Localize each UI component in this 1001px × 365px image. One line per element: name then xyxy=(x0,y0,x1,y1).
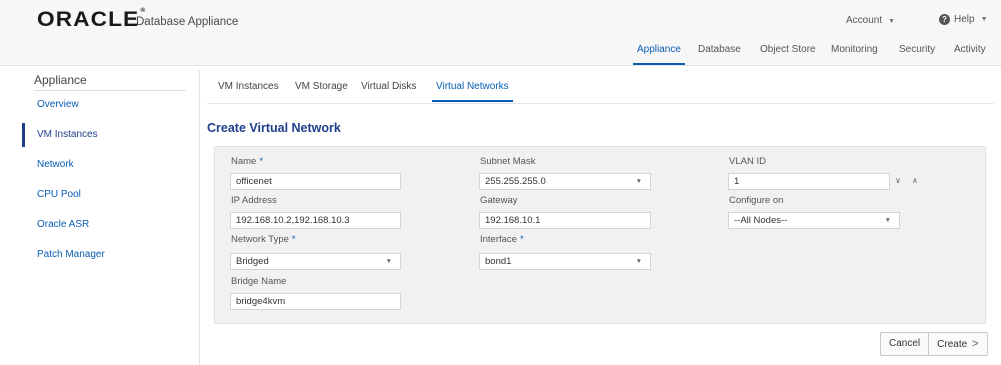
account-label: Account xyxy=(846,15,883,26)
caret-down-icon: ▼ xyxy=(385,258,392,265)
nav-tab-monitoring[interactable]: Monitoring xyxy=(827,43,882,65)
help-menu[interactable]: ? Help ▼ xyxy=(939,14,988,25)
subnet-mask-value: 255.255.255.0 xyxy=(485,176,546,187)
chevron-right-icon: > xyxy=(972,338,979,350)
caret-down-icon: ▼ xyxy=(635,178,642,185)
caret-down-icon: ▼ xyxy=(980,16,988,23)
help-icon: ? xyxy=(939,14,950,25)
vlan-id-input[interactable]: 1 xyxy=(728,173,890,190)
bridge-name-label: Bridge Name xyxy=(231,276,287,287)
oracle-logo[interactable]: ORACLE® xyxy=(37,8,146,32)
name-label: Name * xyxy=(231,156,264,167)
name-input[interactable]: officenet xyxy=(230,173,401,190)
sidebar-item-vm-instances[interactable]: VM Instances xyxy=(22,123,188,147)
interface-select[interactable]: bond1 ▼ xyxy=(479,253,651,270)
bridge-name-input[interactable]: bridge4kvm xyxy=(230,293,401,310)
caret-down-icon: ▼ xyxy=(888,18,896,25)
sidebar-title: Appliance xyxy=(34,73,87,87)
sidebar-divider xyxy=(34,90,186,91)
cancel-button[interactable]: Cancel xyxy=(881,333,928,355)
tabs-divider xyxy=(207,103,994,104)
tab-virtual-networks[interactable]: Virtual Networks xyxy=(432,79,513,102)
form-actions: Cancel Create > xyxy=(880,332,988,356)
sidebar: Appliance Overview VM Instances Network … xyxy=(22,66,188,365)
gateway-label: Gateway xyxy=(480,195,518,206)
gateway-input[interactable]: 192.168.10.1 xyxy=(479,212,651,229)
tab-vm-instances[interactable]: VM Instances xyxy=(214,79,283,102)
increment-icon[interactable]: ∧ xyxy=(912,176,918,185)
interface-label: Interface * xyxy=(480,234,524,245)
create-button[interactable]: Create > xyxy=(928,333,986,355)
network-type-value: Bridged xyxy=(236,256,269,267)
interface-value: bond1 xyxy=(485,256,512,267)
decrement-icon[interactable]: ∨ xyxy=(895,176,901,185)
subnet-mask-label: Subnet Mask xyxy=(480,156,536,167)
sidebar-item-network[interactable]: Network xyxy=(22,153,188,177)
nav-tab-security[interactable]: Security xyxy=(895,43,939,65)
sidebar-item-cpu-pool[interactable]: CPU Pool xyxy=(22,183,188,207)
help-label: Help xyxy=(954,14,975,25)
nav-tab-object-store[interactable]: Object Store xyxy=(756,43,820,65)
sidebar-item-oracle-asr[interactable]: Oracle ASR xyxy=(22,213,188,237)
product-name: Database Appliance xyxy=(136,16,239,28)
ip-address-input[interactable]: 192.168.10.2,192.168.10.3 xyxy=(230,212,401,229)
vlan-id-label: VLAN ID xyxy=(729,156,766,167)
network-type-select[interactable]: Bridged ▼ xyxy=(230,253,401,270)
sidebar-item-overview[interactable]: Overview xyxy=(22,93,188,117)
subnet-mask-select[interactable]: 255.255.255.0 ▼ xyxy=(479,173,651,190)
nav-tab-activity[interactable]: Activity xyxy=(950,43,990,65)
create-label: Create xyxy=(937,339,968,350)
caret-down-icon: ▼ xyxy=(884,217,891,224)
configure-on-select[interactable]: --All Nodes-- ▼ xyxy=(728,212,900,229)
create-network-form: Name * officenet IP Address 192.168.10.2,… xyxy=(214,146,986,324)
configure-on-label: Configure on xyxy=(729,195,784,206)
sidebar-item-patch-manager[interactable]: Patch Manager xyxy=(22,243,188,267)
configure-on-value: --All Nodes-- xyxy=(734,215,788,226)
ip-address-label: IP Address xyxy=(231,195,277,206)
tab-vm-storage[interactable]: VM Storage xyxy=(291,79,352,102)
nav-tab-database[interactable]: Database xyxy=(694,43,745,65)
page-title: Create Virtual Network xyxy=(207,121,341,135)
network-type-label: Network Type * xyxy=(231,234,296,245)
content-divider xyxy=(199,70,200,365)
tab-virtual-disks[interactable]: Virtual Disks xyxy=(357,79,420,102)
caret-down-icon: ▼ xyxy=(635,258,642,265)
app-header: ORACLE® Database Appliance Account ▼ ? He… xyxy=(0,0,1001,66)
account-menu[interactable]: Account ▼ xyxy=(846,15,895,26)
nav-tab-appliance[interactable]: Appliance xyxy=(633,43,685,65)
